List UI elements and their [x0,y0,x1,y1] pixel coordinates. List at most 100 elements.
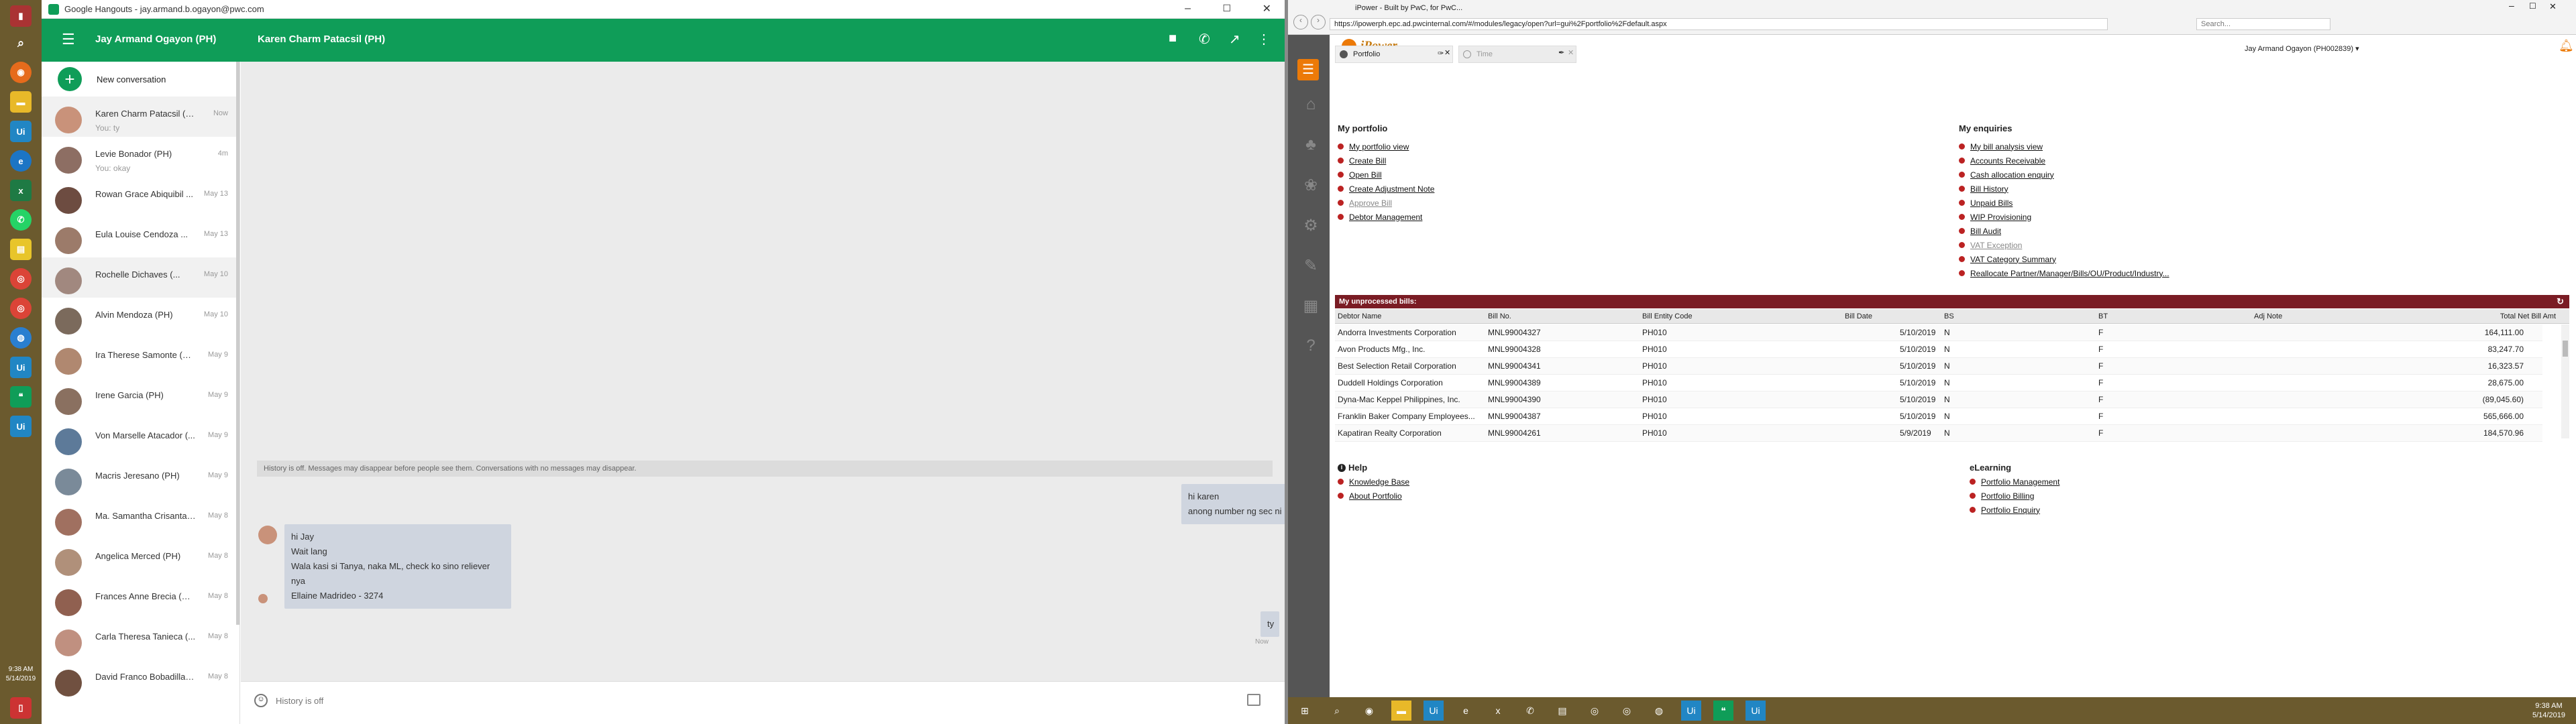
column-header[interactable]: Bill Entity Code [1642,312,1693,320]
link-item[interactable]: VAT Category Summary [1959,252,2294,266]
column-header[interactable]: BS [1944,312,1954,320]
link-item[interactable]: Knowledge Base [1338,475,1539,489]
tab-portfolio[interactable]: Portfolio ✑ ✕ [1335,46,1453,63]
phone-icon[interactable]: ✆ [1199,31,1210,48]
close-icon[interactable]: ✕ [2549,1,2557,12]
pin-icon[interactable]: ✑ [1438,49,1444,58]
chrome-icon[interactable]: ◎ [1617,701,1637,721]
pin-icon[interactable]: ✒ [1558,48,1564,57]
column-header[interactable]: Total Net Bill Amt [2500,312,2556,320]
browser-tab[interactable]: iPower - Built by PwC, for PwC... [1355,1,1556,15]
table-row[interactable]: Kapatiran Realty Corporation MNL99004261 P… [1335,425,2542,442]
conversation-item[interactable]: Ira Therese Samonte (PH) May 9 [42,338,236,378]
hangouts-icon[interactable]: ❝ [1713,701,1733,721]
whatsapp-icon[interactable]: ✆ [10,209,32,231]
table-row[interactable]: Franklin Baker Company Employees... MNL99… [1335,408,2542,425]
uipath-icon[interactable]: Ui [10,357,32,378]
chrome-icon[interactable]: ◎ [10,268,32,290]
link-item[interactable]: WIP Provisioning [1959,210,2294,224]
popout-icon[interactable]: ↗ [1229,31,1240,48]
team-icon[interactable]: ♣ [1299,133,1323,157]
sticky-notes-icon[interactable]: ▤ [1552,701,1572,721]
menu-icon[interactable]: ☰ [62,31,75,48]
maximize-icon[interactable]: ☐ [2529,1,2536,11]
link-item[interactable]: Portfolio Enquiry [1970,503,2171,517]
maximize-icon[interactable]: ☐ [1222,3,1231,14]
chrome-icon[interactable]: ◎ [10,298,32,319]
link-item[interactable]: Create Adjustment Note [1338,182,1606,196]
pawprint-icon[interactable]: ❀ [1299,173,1323,197]
edge-icon[interactable]: e [10,150,32,172]
folder-icon[interactable]: ▬ [10,91,32,113]
tab-time[interactable]: Time ✒ ✕ [1458,46,1576,63]
more-icon[interactable]: ⋮ [1257,31,1271,48]
conversation-item[interactable]: Carla Theresa Tanieca (... May 8 [42,619,236,660]
conversation-item[interactable]: Rochelle Dichaves (... May 10 [42,257,236,298]
search-icon[interactable]: ⌕ [1327,701,1347,721]
new-conversation-button[interactable]: + New conversation [42,62,239,97]
search-icon[interactable]: ⌕ [10,32,32,54]
menu-icon[interactable]: ☰ [1297,59,1319,80]
back-icon[interactable]: ‹ [1293,15,1308,29]
conversation-item[interactable]: Irene Garcia (PH) May 9 [42,378,236,418]
uipath-icon[interactable]: Ui [1681,701,1701,721]
tag-icon[interactable]: ✎ [1299,253,1323,278]
table-row[interactable]: Best Selection Retail Corporation MNL9900… [1335,358,2542,375]
column-header[interactable]: BT [2098,312,2108,320]
conversation-item[interactable]: Frances Anne Brecia (PH) May 8 [42,579,236,619]
conversation-item[interactable]: Karen Charm Patacsil (PH) Now You: ty [42,97,236,137]
conversation-item[interactable]: David Franco Bobadilla (... May 8 [42,660,236,700]
firefox-icon[interactable]: ◉ [1359,701,1379,721]
table-row[interactable]: Dyna-Mac Keppel Philippines, Inc. MNL9900… [1335,391,2542,408]
table-row[interactable]: Duddell Holdings Corporation MNL99004389 P… [1335,375,2542,391]
address-bar[interactable]: https://ipowerph.epc.ad.pwcinternal.com/… [1330,18,2108,30]
column-header[interactable]: Debtor Name [1338,312,1381,320]
link-item[interactable]: About Portfolio [1338,489,1539,503]
forward-icon[interactable]: › [1311,15,1326,29]
image-icon[interactable] [1247,694,1260,706]
conversation-item[interactable]: Ma. Samantha Crisanta ... May 8 [42,499,236,539]
uipath-icon[interactable]: Ui [10,416,32,437]
link-item[interactable]: Bill Audit [1959,224,2294,238]
link-item[interactable]: Unpaid Bills [1959,196,2294,210]
column-header[interactable]: Adj Note [2254,312,2282,320]
conversation-item[interactable]: Macris Jeresano (PH) May 9 [42,459,236,499]
excel-icon[interactable]: x [10,180,32,201]
uipath-icon[interactable]: Ui [10,121,32,142]
minimize-icon[interactable]: – [1185,3,1191,15]
whatsapp-icon[interactable]: ✆ [1520,701,1540,721]
start-icon[interactable]: ▮ [10,5,32,27]
conversation-item[interactable]: Von Marselle Atacador (... May 9 [42,418,236,459]
table-row[interactable]: Andorra Investments Corporation MNL990043… [1335,324,2542,341]
network-icon[interactable]: ◍ [10,327,32,349]
link-item[interactable]: Debtor Management [1338,210,1606,224]
message-input[interactable] [276,691,1228,710]
emoji-icon[interactable]: ☺ [254,694,268,707]
sticky-notes-icon[interactable]: ▤ [10,239,32,260]
conversation-item[interactable]: Levie Bonador (PH) 4m You: okay [42,137,236,177]
network-icon[interactable]: ◍ [1649,701,1669,721]
close-icon[interactable]: ✕ [1568,48,1574,57]
scrollbar[interactable] [236,62,239,625]
link-item[interactable]: My portfolio view [1338,139,1606,154]
scrollbar-thumb[interactable] [2563,341,2568,357]
hangouts-icon[interactable]: ❝ [10,386,32,408]
uipath-icon[interactable]: Ui [1746,701,1766,721]
column-header[interactable]: Bill Date [1845,312,1872,320]
notification-icon[interactable]: 🔔︎ [2559,39,2574,53]
search-input[interactable] [2196,18,2330,30]
video-call-icon[interactable]: ■ [1169,31,1177,46]
link-item[interactable]: Open Bill [1338,168,1606,182]
link-item[interactable]: Portfolio Billing [1970,489,2171,503]
excel-icon[interactable]: x [1488,701,1508,721]
notepad-icon[interactable]: ▯ [10,697,32,719]
table-row[interactable]: Avon Products Mfg., Inc. MNL99004328 PH010… [1335,341,2542,358]
clock[interactable]: 9:38 AM 5/14/2019 [2532,701,2565,720]
link-item[interactable]: Portfolio Management [1970,475,2171,489]
link-item[interactable]: Reallocate Partner/Manager/Bills/OU/Prod… [1959,266,2294,280]
table-scrollbar[interactable] [2561,324,2569,438]
refresh-icon[interactable]: ↻ [2557,296,2564,307]
conversation-item[interactable]: Angelica Merced (PH) May 8 [42,539,236,579]
link-item[interactable]: My bill analysis view [1959,139,2294,154]
edge-icon[interactable]: e [1456,701,1476,721]
